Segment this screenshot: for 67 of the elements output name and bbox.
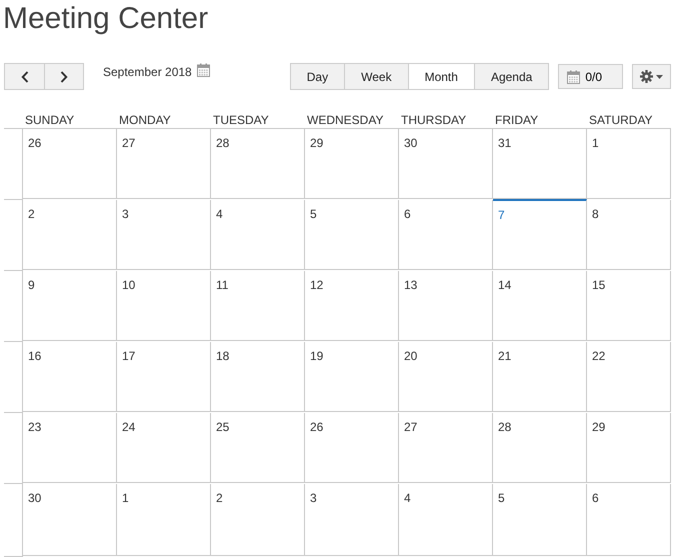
chevron-right-icon <box>60 70 68 82</box>
view-tab[interactable]: Week <box>344 64 408 89</box>
day-cell[interactable]: 20 <box>399 342 493 412</box>
day-cell[interactable]: 1 <box>117 484 211 556</box>
week-gutter <box>4 129 23 200</box>
day-cell[interactable]: 3 <box>117 200 211 270</box>
chevron-left-icon <box>20 70 28 82</box>
day-cell[interactable]: 22 <box>587 342 671 412</box>
day-cell[interactable]: 28 <box>211 129 305 199</box>
weekday-header: WEDNESDAY <box>305 112 399 129</box>
settings-button[interactable] <box>632 64 671 89</box>
week-gutter <box>4 342 23 413</box>
day-cell[interactable]: 5 <box>305 200 399 270</box>
day-cell[interactable]: 28 <box>493 413 587 483</box>
day-cell[interactable]: 10 <box>117 271 211 341</box>
day-cell[interactable]: 5 <box>493 484 587 556</box>
weekday-header: MONDAY <box>117 112 211 129</box>
day-cell[interactable]: 21 <box>493 342 587 412</box>
day-cell[interactable]: 6 <box>587 484 671 556</box>
week-gutter <box>4 200 23 271</box>
day-cell[interactable]: 26 <box>305 413 399 483</box>
day-cell[interactable]: 2 <box>211 484 305 556</box>
week-gutter <box>4 413 23 484</box>
day-cell[interactable]: 9 <box>23 271 117 341</box>
day-cell[interactable]: 2 <box>23 200 117 270</box>
day-cell[interactable]: 17 <box>117 342 211 412</box>
day-cell[interactable]: 27 <box>117 129 211 199</box>
weekday-header: THURSDAY <box>399 112 493 129</box>
day-cell[interactable]: 7 <box>493 199 587 270</box>
day-cell[interactable]: 1 <box>587 129 671 199</box>
day-cell[interactable]: 25 <box>211 413 305 483</box>
day-cell[interactable]: 19 <box>305 342 399 412</box>
weekday-header: SATURDAY <box>587 112 671 129</box>
calendar-icon <box>567 70 580 84</box>
caret-icon <box>656 74 663 78</box>
day-cell[interactable]: 6 <box>399 200 493 270</box>
weekday-header: FRIDAY <box>493 112 587 129</box>
day-cell[interactable]: 12 <box>305 271 399 341</box>
page-title: Meeting Center <box>2 1 210 37</box>
day-cell[interactable]: 8 <box>587 200 671 270</box>
day-cell[interactable]: 4 <box>211 200 305 270</box>
day-cell[interactable]: 26 <box>23 129 117 199</box>
day-cell[interactable]: 27 <box>399 413 493 483</box>
weekday-header: TUESDAY <box>211 112 305 129</box>
gear-icon <box>640 70 653 83</box>
day-cell[interactable]: 14 <box>493 271 587 341</box>
calendar-icon <box>196 63 210 77</box>
month-label: September 2018 <box>103 64 192 81</box>
weekday-header: SUNDAY <box>23 112 117 129</box>
day-cell[interactable]: 3 <box>305 484 399 556</box>
day-cell[interactable]: 16 <box>23 342 117 412</box>
day-cell[interactable]: 29 <box>587 413 671 483</box>
day-cell[interactable]: 15 <box>587 271 671 341</box>
day-cell[interactable]: 30 <box>23 484 117 556</box>
calendar-count-button[interactable]: 0/0 <box>558 64 623 89</box>
day-cell[interactable]: 11 <box>211 271 305 341</box>
day-cell[interactable]: 23 <box>23 413 117 483</box>
day-cell[interactable]: 24 <box>117 413 211 483</box>
view-tab[interactable]: Day <box>290 64 344 89</box>
day-cell[interactable]: 13 <box>399 271 493 341</box>
day-cell[interactable]: 18 <box>211 342 305 412</box>
day-cell[interactable]: 29 <box>305 129 399 199</box>
day-cell[interactable]: 31 <box>493 129 587 199</box>
day-cell[interactable]: 30 <box>399 129 493 199</box>
day-cell[interactable]: 4 <box>399 484 493 556</box>
view-tab[interactable]: Agenda <box>474 64 548 89</box>
week-gutter <box>4 271 23 342</box>
